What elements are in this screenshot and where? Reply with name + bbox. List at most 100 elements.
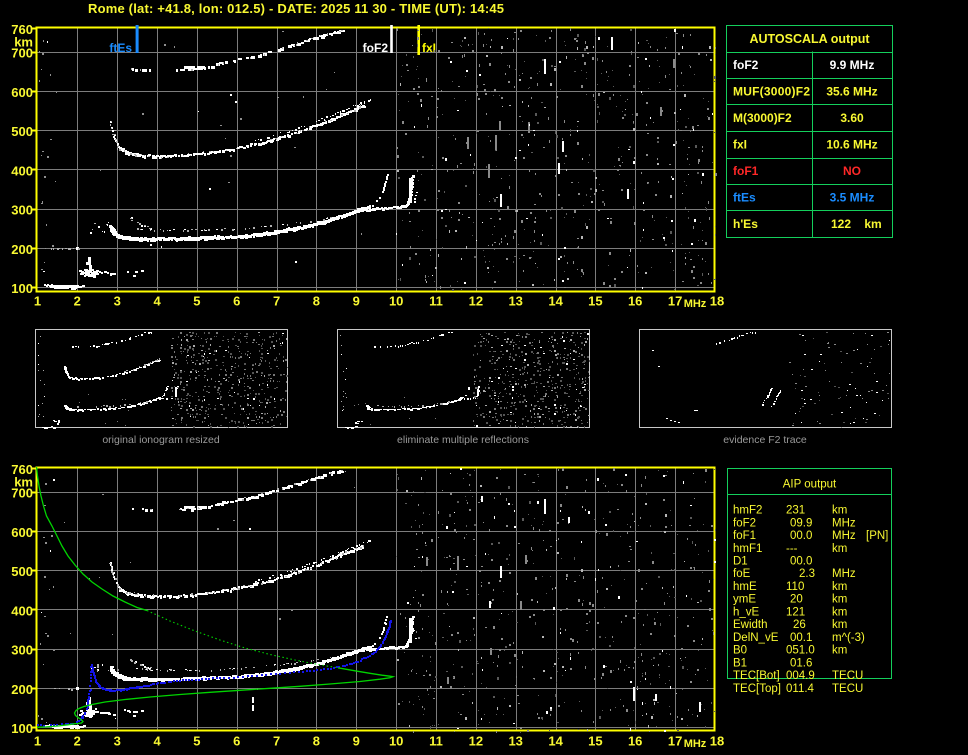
svg-text:16: 16 <box>628 294 642 309</box>
svg-text:foF2: foF2 <box>733 517 756 529</box>
svg-text:TECU: TECU <box>832 683 863 695</box>
svg-text:15: 15 <box>588 294 602 309</box>
svg-text:10: 10 <box>389 734 403 749</box>
svg-text:MHz: MHz <box>832 530 856 542</box>
svg-text:13: 13 <box>508 734 522 749</box>
svg-text:600: 600 <box>11 85 33 100</box>
svg-text:km: km <box>832 505 847 517</box>
svg-text:km: km <box>14 35 33 50</box>
svg-text:7: 7 <box>273 734 280 749</box>
svg-text:2.3: 2.3 <box>799 568 815 580</box>
svg-text:3: 3 <box>114 294 121 309</box>
svg-text:8: 8 <box>313 734 320 749</box>
svg-text:12: 12 <box>469 734 483 749</box>
svg-text:TECU: TECU <box>832 670 863 682</box>
svg-text:12: 12 <box>469 294 483 309</box>
svg-text:1: 1 <box>34 294 41 309</box>
svg-text:1: 1 <box>34 734 41 749</box>
svg-text:hmF2: hmF2 <box>733 505 762 517</box>
svg-text:hmE: hmE <box>733 581 757 593</box>
svg-text:9: 9 <box>353 294 360 309</box>
svg-text:14: 14 <box>548 734 563 749</box>
svg-text:2: 2 <box>74 294 81 309</box>
svg-text:7: 7 <box>273 294 280 309</box>
svg-text:km: km <box>14 475 33 490</box>
svg-text:[PN]: [PN] <box>866 530 888 542</box>
svg-text:TEC[Bot]: TEC[Bot] <box>733 670 780 682</box>
svg-text:121: 121 <box>786 606 805 618</box>
svg-text:fxI: fxI <box>422 41 436 55</box>
svg-text:fxI: fxI <box>733 138 747 152</box>
svg-text:Rome (lat: +41.8, lon: 012.5): Rome (lat: +41.8, lon: 012.5) - DATE: 20… <box>88 1 504 16</box>
svg-text:---: --- <box>786 543 798 555</box>
svg-text:15: 15 <box>588 734 602 749</box>
svg-text:004.9: 004.9 <box>786 670 815 682</box>
svg-text:km: km <box>832 606 847 618</box>
svg-text:9: 9 <box>353 734 360 749</box>
svg-text:16: 16 <box>628 734 642 749</box>
svg-text:100: 100 <box>11 721 33 736</box>
svg-text:MHz: MHz <box>832 517 856 529</box>
svg-text:foE: foE <box>733 568 751 580</box>
svg-text:4: 4 <box>153 294 161 309</box>
svg-text:ftEs: ftEs <box>109 41 132 55</box>
svg-text:km: km <box>832 619 847 631</box>
svg-text:200: 200 <box>11 242 33 257</box>
svg-text:14: 14 <box>548 294 563 309</box>
svg-text:eliminate multiple reflections: eliminate multiple reflections <box>397 434 529 446</box>
svg-text:MUF(3000)F2: MUF(3000)F2 <box>733 85 810 99</box>
svg-text:17: 17 <box>668 734 682 749</box>
svg-text:km: km <box>832 581 847 593</box>
svg-text:3.60: 3.60 <box>840 111 864 125</box>
svg-text:AIP output: AIP output <box>783 479 837 491</box>
svg-text:3: 3 <box>114 734 121 749</box>
svg-text:051.0: 051.0 <box>786 645 815 657</box>
svg-text:MHz: MHz <box>684 738 707 750</box>
svg-text:300: 300 <box>11 203 33 218</box>
svg-text:6: 6 <box>233 734 240 749</box>
svg-text:400: 400 <box>11 604 33 619</box>
svg-text:500: 500 <box>11 564 33 579</box>
svg-text:110: 110 <box>786 581 804 593</box>
svg-text:foF1: foF1 <box>733 530 756 542</box>
svg-text:Ewidth: Ewidth <box>733 619 768 631</box>
svg-text:h'Es: h'Es <box>733 217 758 231</box>
svg-text:18: 18 <box>710 734 724 749</box>
svg-text:400: 400 <box>11 164 33 179</box>
svg-text:500: 500 <box>11 124 33 139</box>
svg-text:100: 100 <box>11 281 33 296</box>
svg-text:600: 600 <box>11 525 33 540</box>
svg-text:20: 20 <box>790 594 803 606</box>
svg-text:evidence F2 trace: evidence F2 trace <box>723 434 807 446</box>
svg-text:122: 122 <box>831 217 851 231</box>
svg-text:11: 11 <box>429 734 443 749</box>
svg-text:km: km <box>864 217 881 231</box>
svg-text:D1: D1 <box>733 556 748 568</box>
svg-text:9.9 MHz: 9.9 MHz <box>830 58 875 72</box>
svg-text:foF2: foF2 <box>363 41 389 55</box>
svg-text:B1: B1 <box>733 657 747 669</box>
svg-text:10.6 MHz: 10.6 MHz <box>826 138 877 152</box>
svg-text:MHz: MHz <box>684 298 707 310</box>
svg-text:09.9: 09.9 <box>790 517 812 529</box>
svg-text:2: 2 <box>74 734 81 749</box>
svg-text:26: 26 <box>793 619 806 631</box>
svg-text:M(3000)F2: M(3000)F2 <box>733 111 792 125</box>
svg-text:00.0: 00.0 <box>790 530 812 542</box>
svg-text:5: 5 <box>193 294 200 309</box>
svg-text:hmF1: hmF1 <box>733 543 762 555</box>
svg-text:foF1: foF1 <box>733 164 759 178</box>
svg-text:17: 17 <box>668 294 682 309</box>
svg-text:original ionogram resized: original ionogram resized <box>102 434 219 446</box>
svg-text:ftEs: ftEs <box>733 191 756 205</box>
svg-text:4: 4 <box>153 734 161 749</box>
svg-text:NO: NO <box>843 164 861 178</box>
svg-text:13: 13 <box>508 294 522 309</box>
svg-text:18: 18 <box>710 294 724 309</box>
svg-text:00.1: 00.1 <box>790 632 812 644</box>
svg-text:5: 5 <box>193 734 200 749</box>
svg-text:35.6 MHz: 35.6 MHz <box>826 85 877 99</box>
svg-text:01.6: 01.6 <box>790 657 812 669</box>
svg-text:B0: B0 <box>733 645 747 657</box>
svg-text:00.0: 00.0 <box>790 556 812 568</box>
